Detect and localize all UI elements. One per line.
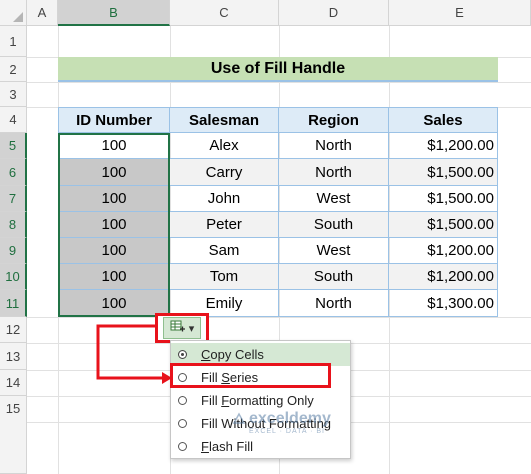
menu-item-label: Fill Formatting Only [201,393,314,408]
radio-icon [178,442,187,451]
table-cell-sales[interactable]: $1,300.00 [389,290,498,317]
table-cell-region[interactable]: South [279,264,389,290]
table-cell-salesman[interactable]: John [170,186,279,212]
red-arrow-icon [96,324,172,384]
column-header-d[interactable]: D [279,0,389,26]
select-all-corner[interactable] [0,0,27,26]
table-header-region[interactable]: Region [279,107,389,133]
watermark-brand: exceldemy [249,410,331,427]
radio-checked-icon [178,350,187,359]
row-header-14[interactable]: 14 [0,370,27,396]
table-cell-salesman[interactable]: Alex [170,133,279,159]
row-header-6[interactable]: 6 [0,159,27,186]
table-cell-sales[interactable]: $1,200.00 [389,238,498,264]
menu-item-label: Copy Cells [201,347,264,362]
table-cell-salesman[interactable]: Carry [170,159,279,186]
table-cell-region[interactable]: West [279,186,389,212]
table-cell-region[interactable]: North [279,159,389,186]
table-header-salesman[interactable]: Salesman [170,107,279,133]
chevron-down-icon: ▾ [188,322,195,335]
exceldemy-logo-icon [232,412,246,424]
row-header-3[interactable]: 3 [0,82,27,107]
table-cell-sales[interactable]: $1,500.00 [389,159,498,186]
table-cell-region[interactable]: North [279,290,389,317]
column-header-b[interactable]: B [58,0,170,26]
column-header-e[interactable]: E [389,0,531,26]
table-cell-salesman[interactable]: Tom [170,264,279,290]
table-cell-region[interactable]: North [279,133,389,159]
selection-range [58,133,170,317]
table-header-sales[interactable]: Sales [389,107,498,133]
table-cell-sales[interactable]: $1,500.00 [389,212,498,238]
table-cell-sales[interactable]: $1,200.00 [389,133,498,159]
row-header-5[interactable]: 5 [0,133,27,159]
exceldemy-watermark: exceldemy EXCEL · DATA · BI [232,410,342,444]
table-cell-region[interactable]: West [279,238,389,264]
row-header-9[interactable]: 9 [0,238,27,264]
row-header-1[interactable]: 1 [0,26,27,57]
table-header-id[interactable]: ID Number [58,107,170,133]
gridline [27,317,531,318]
table-cell-sales[interactable]: $1,200.00 [389,264,498,290]
row-header-10[interactable]: 10 [0,264,27,290]
row-header-7[interactable]: 7 [0,186,27,212]
row-header-8[interactable]: 8 [0,212,27,238]
gridline [27,82,531,83]
table-cell-region[interactable]: South [279,212,389,238]
menu-item-fill-formatting-only[interactable]: Fill Formatting Only [171,389,350,412]
table-cell-salesman[interactable]: Sam [170,238,279,264]
row-header-13[interactable]: 13 [0,343,27,370]
table-cell-sales[interactable]: $1,500.00 [389,186,498,212]
radio-icon [178,396,187,405]
row-header-11[interactable]: 11 [0,290,27,317]
fill-series-highlight [170,363,331,388]
watermark-tagline: EXCEL · DATA · BI [249,428,325,435]
column-header-a[interactable]: A [27,0,58,26]
row-header-15[interactable]: 15 [0,396,27,474]
row-header-4[interactable]: 4 [0,107,27,133]
radio-icon [178,419,187,428]
row-header-12[interactable]: 12 [0,317,27,343]
table-cell-salesman[interactable]: Peter [170,212,279,238]
column-header-c[interactable]: C [170,0,279,26]
row-header-2[interactable]: 2 [0,57,27,82]
sheet-title[interactable]: Use of Fill Handle [58,57,498,82]
